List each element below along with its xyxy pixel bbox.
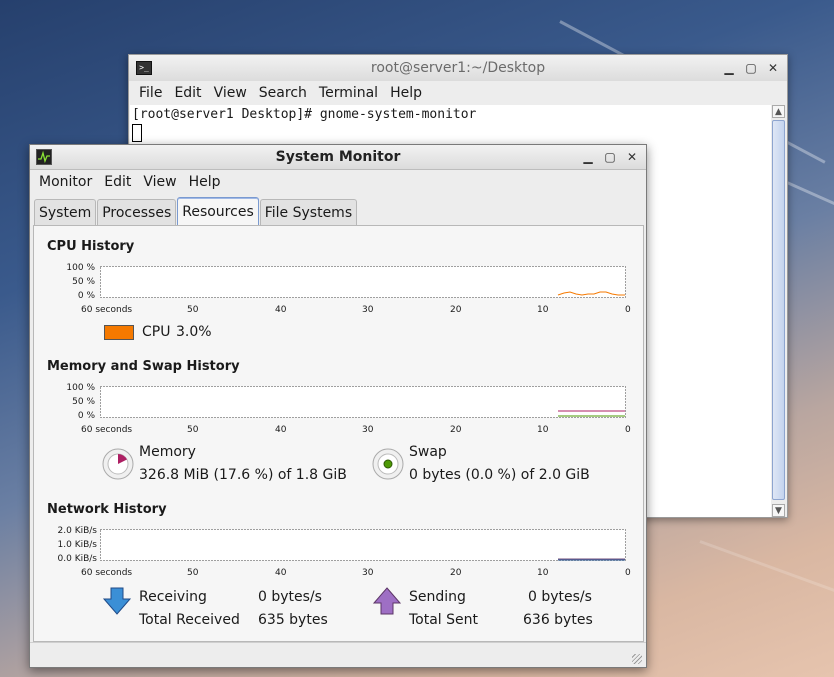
sysmon-title: System Monitor <box>275 149 401 165</box>
net-ytick-2: 2.0 KiB/s <box>57 526 97 536</box>
maximize-icon[interactable]: ▢ <box>602 149 618 165</box>
mem-xtick-10: 10 <box>537 425 549 435</box>
cpu-xtick-30: 30 <box>362 305 374 315</box>
menu-terminal[interactable]: Terminal <box>313 85 384 101</box>
cpu-legend-label: CPU <box>142 324 171 340</box>
terminal-titlebar[interactable]: >_ root@server1:~/Desktop ▁ ▢ ✕ <box>129 55 787 82</box>
net-xtick-20: 20 <box>450 568 462 578</box>
scroll-up-icon[interactable]: ▲ <box>772 105 785 118</box>
sysmon-titlebar[interactable]: System Monitor ▁ ▢ ✕ <box>30 145 646 170</box>
terminal-cursor <box>132 124 142 142</box>
net-xtick-40: 40 <box>275 568 287 578</box>
cpu-ytick-100: 100 % <box>66 263 95 273</box>
resources-panel: CPU History 100 % 50 % 0 % 60 seconds 50… <box>33 225 644 642</box>
tab-file-systems[interactable]: File Systems <box>259 199 358 226</box>
terminal-prompt-line: [root@server1 Desktop]# gnome-system-mon… <box>132 107 477 122</box>
memory-history-title: Memory and Swap History <box>47 359 240 374</box>
menu-help[interactable]: Help <box>183 174 227 190</box>
net-xtick-10: 10 <box>537 568 549 578</box>
tab-system[interactable]: System <box>34 199 97 226</box>
scroll-down-icon[interactable]: ▼ <box>772 504 785 517</box>
total-sent-value: 636 bytes <box>523 612 593 628</box>
menu-edit[interactable]: Edit <box>98 174 137 190</box>
resize-grip-icon[interactable] <box>632 654 642 664</box>
minimize-icon[interactable]: ▁ <box>580 149 596 165</box>
menu-file[interactable]: File <box>129 85 168 101</box>
cpu-xtick-60: 60 seconds <box>81 305 133 315</box>
net-xtick-60: 60 seconds <box>81 568 133 578</box>
net-xtick-30: 30 <box>362 568 374 578</box>
mem-xtick-0: 0 <box>625 425 631 435</box>
close-icon[interactable]: ✕ <box>624 149 640 165</box>
system-monitor-app-icon <box>36 149 52 165</box>
cpu-xtick-40: 40 <box>275 305 287 315</box>
scrollbar-thumb[interactable] <box>772 120 785 500</box>
cpu-history-title: CPU History <box>47 239 135 254</box>
mem-xtick-60: 60 seconds <box>81 425 133 435</box>
cpu-ytick-0: 0 % <box>77 291 95 301</box>
upload-arrow-icon[interactable] <box>372 586 402 616</box>
tab-bar: System Processes Resources File Systems <box>34 197 358 226</box>
mem-ytick-0: 0 % <box>77 411 95 421</box>
status-bar <box>30 642 646 667</box>
net-ytick-1: 1.0 KiB/s <box>57 540 97 550</box>
tab-resources[interactable]: Resources <box>177 197 259 226</box>
system-monitor-window[interactable]: System Monitor ▁ ▢ ✕ Monitor Edit View H… <box>29 144 647 668</box>
sending-label: Sending <box>409 589 466 605</box>
receiving-value: 0 bytes/s <box>258 589 322 605</box>
terminal-title: root@server1:~/Desktop <box>370 60 546 76</box>
cpu-ytick-50: 50 % <box>72 277 95 287</box>
memory-pie-icon[interactable] <box>102 448 134 480</box>
network-history-title: Network History <box>47 502 167 517</box>
terminal-scrollbar[interactable]: ▲ ▼ <box>771 105 786 517</box>
net-ytick-0: 0.0 KiB/s <box>57 554 97 564</box>
cpu-xtick-0: 0 <box>625 305 631 315</box>
total-received-label: Total Received <box>139 612 240 628</box>
mem-xtick-20: 20 <box>450 425 462 435</box>
sysmon-menubar: Monitor Edit View Help <box>30 170 646 194</box>
menu-help[interactable]: Help <box>384 85 428 101</box>
swap-pie-icon[interactable] <box>372 448 404 480</box>
close-icon[interactable]: ✕ <box>765 60 781 76</box>
menu-search[interactable]: Search <box>253 85 313 101</box>
cpu-xtick-20: 20 <box>450 305 462 315</box>
mem-xtick-40: 40 <box>275 425 287 435</box>
memory-history-graph <box>100 386 626 418</box>
terminal-app-icon: >_ <box>136 61 152 75</box>
swap-value: 0 bytes (0.0 %) of 2.0 GiB <box>409 467 590 483</box>
cpu-legend-value: 3.0% <box>176 324 212 340</box>
swap-label: Swap <box>409 444 447 460</box>
mem-ytick-100: 100 % <box>66 383 95 393</box>
cpu-xtick-10: 10 <box>537 305 549 315</box>
menu-edit[interactable]: Edit <box>168 85 207 101</box>
download-arrow-icon[interactable] <box>102 586 132 616</box>
mem-xtick-30: 30 <box>362 425 374 435</box>
mem-xtick-50: 50 <box>187 425 199 435</box>
terminal-menubar: File Edit View Search Terminal Help <box>129 81 787 105</box>
memory-label: Memory <box>139 444 196 460</box>
menu-view[interactable]: View <box>208 85 253 101</box>
memory-value: 326.8 MiB (17.6 %) of 1.8 GiB <box>139 467 347 483</box>
menu-view[interactable]: View <box>137 174 182 190</box>
wallpaper-streak <box>699 540 834 612</box>
net-xtick-50: 50 <box>187 568 199 578</box>
net-xtick-0: 0 <box>625 568 631 578</box>
cpu-color-swatch[interactable] <box>104 325 134 340</box>
sending-value: 0 bytes/s <box>528 589 592 605</box>
cpu-history-graph <box>100 266 626 298</box>
cpu-xtick-50: 50 <box>187 305 199 315</box>
menu-monitor[interactable]: Monitor <box>30 174 98 190</box>
minimize-icon[interactable]: ▁ <box>721 60 737 76</box>
tab-processes[interactable]: Processes <box>97 199 177 226</box>
total-received-value: 635 bytes <box>258 612 328 628</box>
total-sent-label: Total Sent <box>409 612 479 628</box>
maximize-icon[interactable]: ▢ <box>743 60 759 76</box>
receiving-label: Receiving <box>139 589 207 605</box>
mem-ytick-50: 50 % <box>72 397 95 407</box>
network-history-graph <box>100 529 626 561</box>
